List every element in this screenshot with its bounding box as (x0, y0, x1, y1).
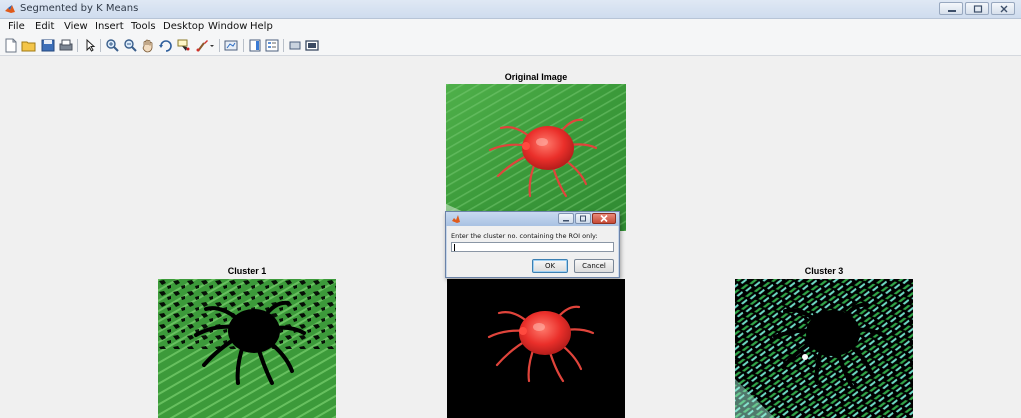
cluster-3-title: Cluster 3 (804, 266, 844, 276)
close-icon (600, 214, 608, 223)
toolbar-separator (283, 39, 284, 52)
original-image-title: Original Image (504, 72, 568, 82)
minimize-button[interactable] (939, 2, 963, 15)
link-plot-icon[interactable] (223, 38, 239, 53)
menu-view[interactable]: View (64, 21, 88, 32)
minimize-icon (948, 10, 956, 12)
toolbar-separator (77, 39, 78, 52)
cluster-number-input[interactable] (451, 242, 614, 252)
legend-icon[interactable] (264, 38, 280, 53)
dialog-body: Enter the cluster no. containing the ROI… (447, 226, 618, 277)
rotate-3d-icon[interactable] (158, 38, 174, 53)
menu-help[interactable]: Help (250, 21, 273, 32)
cluster-3-image (735, 279, 913, 418)
cancel-button[interactable]: Cancel (574, 259, 614, 273)
toolbar-separator (243, 39, 244, 52)
menu-desktop[interactable]: Desktop (163, 21, 204, 32)
open-file-icon[interactable] (21, 38, 37, 53)
dialog-close-button[interactable] (592, 213, 616, 224)
menubar: File Edit View Insert Tools Desktop Wind… (0, 19, 1021, 35)
maximize-button[interactable] (965, 2, 989, 15)
pointer-icon[interactable] (82, 38, 98, 53)
menu-window[interactable]: Window (208, 21, 247, 32)
window-titlebar: Segmented by K Means (0, 0, 1021, 19)
zoom-in-icon[interactable] (104, 38, 120, 53)
text-caret (454, 244, 455, 251)
close-button[interactable] (991, 2, 1015, 15)
window-title: Segmented by K Means (20, 3, 139, 14)
menu-tools[interactable]: Tools (131, 21, 156, 32)
figure-toolbar (0, 35, 1021, 56)
matlab-icon (452, 215, 460, 223)
maximize-icon (973, 5, 983, 13)
menu-file[interactable]: File (8, 21, 25, 32)
show-plot-tools-icon[interactable] (304, 38, 320, 53)
menu-insert[interactable]: Insert (95, 21, 124, 32)
cluster-1-title: Cluster 1 (227, 266, 267, 276)
toolbar-separator (219, 39, 220, 52)
maximize-icon (580, 215, 586, 222)
cluster-1-image (158, 279, 336, 418)
close-icon (1000, 5, 1008, 13)
menu-edit[interactable]: Edit (35, 21, 54, 32)
data-cursor-icon[interactable] (176, 38, 192, 53)
input-dialog: Enter the cluster no. containing the ROI… (445, 211, 620, 278)
matlab-icon (5, 5, 15, 13)
ok-button[interactable]: OK (532, 259, 568, 273)
original-image (446, 84, 626, 231)
new-figure-icon[interactable] (3, 38, 19, 53)
colorbar-icon[interactable] (247, 38, 263, 53)
toolbar-separator (100, 39, 101, 52)
minimize-icon (563, 220, 569, 222)
hide-plot-tools-icon[interactable] (287, 38, 303, 53)
pan-hand-icon[interactable] (140, 38, 156, 53)
zoom-out-icon[interactable] (122, 38, 138, 53)
dialog-prompt: Enter the cluster no. containing the ROI… (451, 232, 598, 240)
print-icon[interactable] (58, 38, 74, 53)
cluster-2-image (447, 279, 625, 418)
dialog-minimize-button[interactable] (558, 213, 574, 224)
dialog-maximize-button[interactable] (575, 213, 591, 224)
dialog-titlebar (446, 212, 619, 226)
save-icon[interactable] (40, 38, 56, 53)
brush-dropdown-icon[interactable] (208, 38, 216, 53)
